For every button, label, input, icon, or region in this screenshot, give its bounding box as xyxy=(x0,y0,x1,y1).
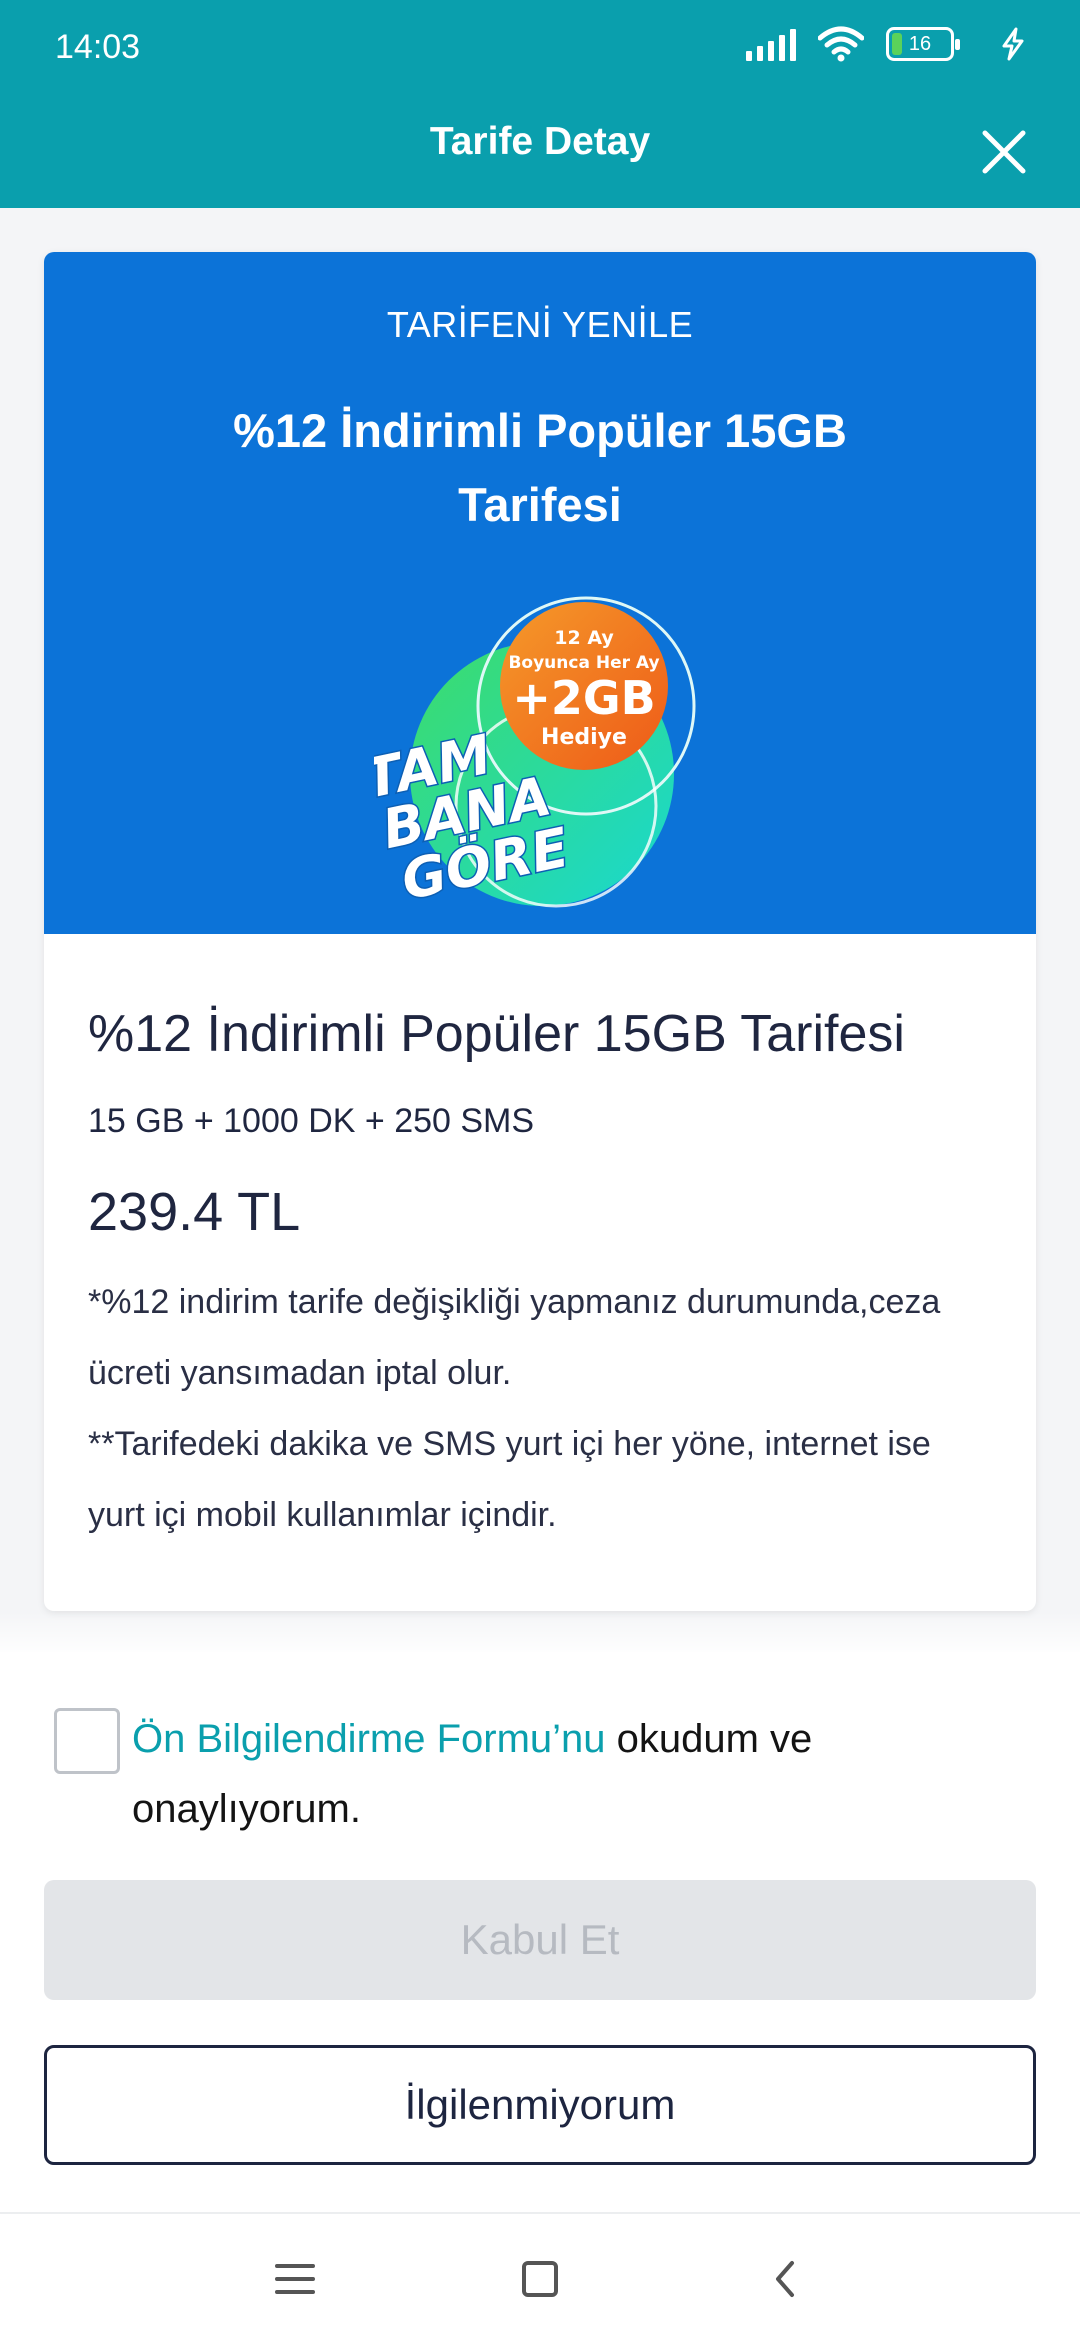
signal-icon xyxy=(746,27,796,61)
menu-icon xyxy=(275,2264,315,2294)
badge-line1: 12 Ay xyxy=(554,627,614,649)
banner-title: %12 İndirimli Popüler 15GB Tarifesi xyxy=(233,404,847,531)
wifi-icon xyxy=(818,26,864,62)
tariff-details: %12 İndirimli Popüler 15GB Tarifesi 15 G… xyxy=(44,934,1036,1611)
charging-icon xyxy=(1002,27,1024,61)
plan-note-usage: **Tarifedeki dakika ve SMS yurt içi her … xyxy=(88,1425,931,1534)
consent-text: Ön Bilgilendirme Formu’nu okudum ve onay… xyxy=(132,1704,1014,1844)
status-icons: 16 xyxy=(746,26,1030,62)
tariff-banner: TARİFENİ YENİLE %12 İndirimli Popüler 15… xyxy=(44,252,1036,934)
status-bar: 14:03 16 xyxy=(0,0,1080,96)
banner-eyebrow: TARİFENİ YENİLE xyxy=(386,304,694,345)
close-icon xyxy=(982,130,1026,174)
consent-checkbox[interactable] xyxy=(54,1708,120,1774)
action-panel: Ön Bilgilendirme Formu’nu okudum ve onay… xyxy=(0,1612,1080,2212)
nav-back-button[interactable] xyxy=(750,2244,820,2314)
system-nav-bar xyxy=(0,2212,1080,2340)
badge-line3: Hediye xyxy=(541,725,627,750)
campaign-badge-illustration: 12 Ay Boyunca Her Ay +2GB Hediye TAM BAN… xyxy=(374,596,696,914)
close-button[interactable] xyxy=(966,114,1042,190)
badge-amount: +2GB xyxy=(512,671,655,725)
battery-percent: 16 xyxy=(908,32,932,55)
consent-row: Ön Bilgilendirme Formu’nu okudum ve onay… xyxy=(54,1704,1014,1844)
home-icon xyxy=(522,2261,558,2297)
page-title: Tarife Detay xyxy=(429,120,651,163)
status-time: 14:03 xyxy=(55,28,141,66)
info-form-link[interactable]: Ön Bilgilendirme Formu’nu xyxy=(132,1717,606,1761)
battery-icon: 16 xyxy=(886,27,960,61)
plan-name: %12 İndirimli Popüler 15GB Tarifesi xyxy=(88,1005,905,1063)
back-icon xyxy=(776,2261,794,2297)
plan-specs: 15 GB + 1000 DK + 250 SMS xyxy=(88,1102,535,1140)
plan-price: 239.4 TL xyxy=(88,1182,301,1242)
scroll-content[interactable]: TARİFENİ YENİLE %12 İndirimli Popüler 15… xyxy=(0,208,1080,1652)
tariff-card: TARİFENİ YENİLE %12 İndirimli Popüler 15… xyxy=(44,252,1036,1611)
nav-menu-button[interactable] xyxy=(260,2244,330,2314)
badge-line2: Boyunca Her Ay xyxy=(508,653,659,673)
app-header: Tarife Detay xyxy=(0,96,1080,208)
nav-home-button[interactable] xyxy=(505,2244,575,2314)
accept-button[interactable]: Kabul Et xyxy=(44,1880,1036,2000)
plan-note-discount: *%12 indirim tarife değişikliği yapmanız… xyxy=(88,1283,941,1392)
decline-button[interactable]: İlgilenmiyorum xyxy=(44,2045,1036,2165)
